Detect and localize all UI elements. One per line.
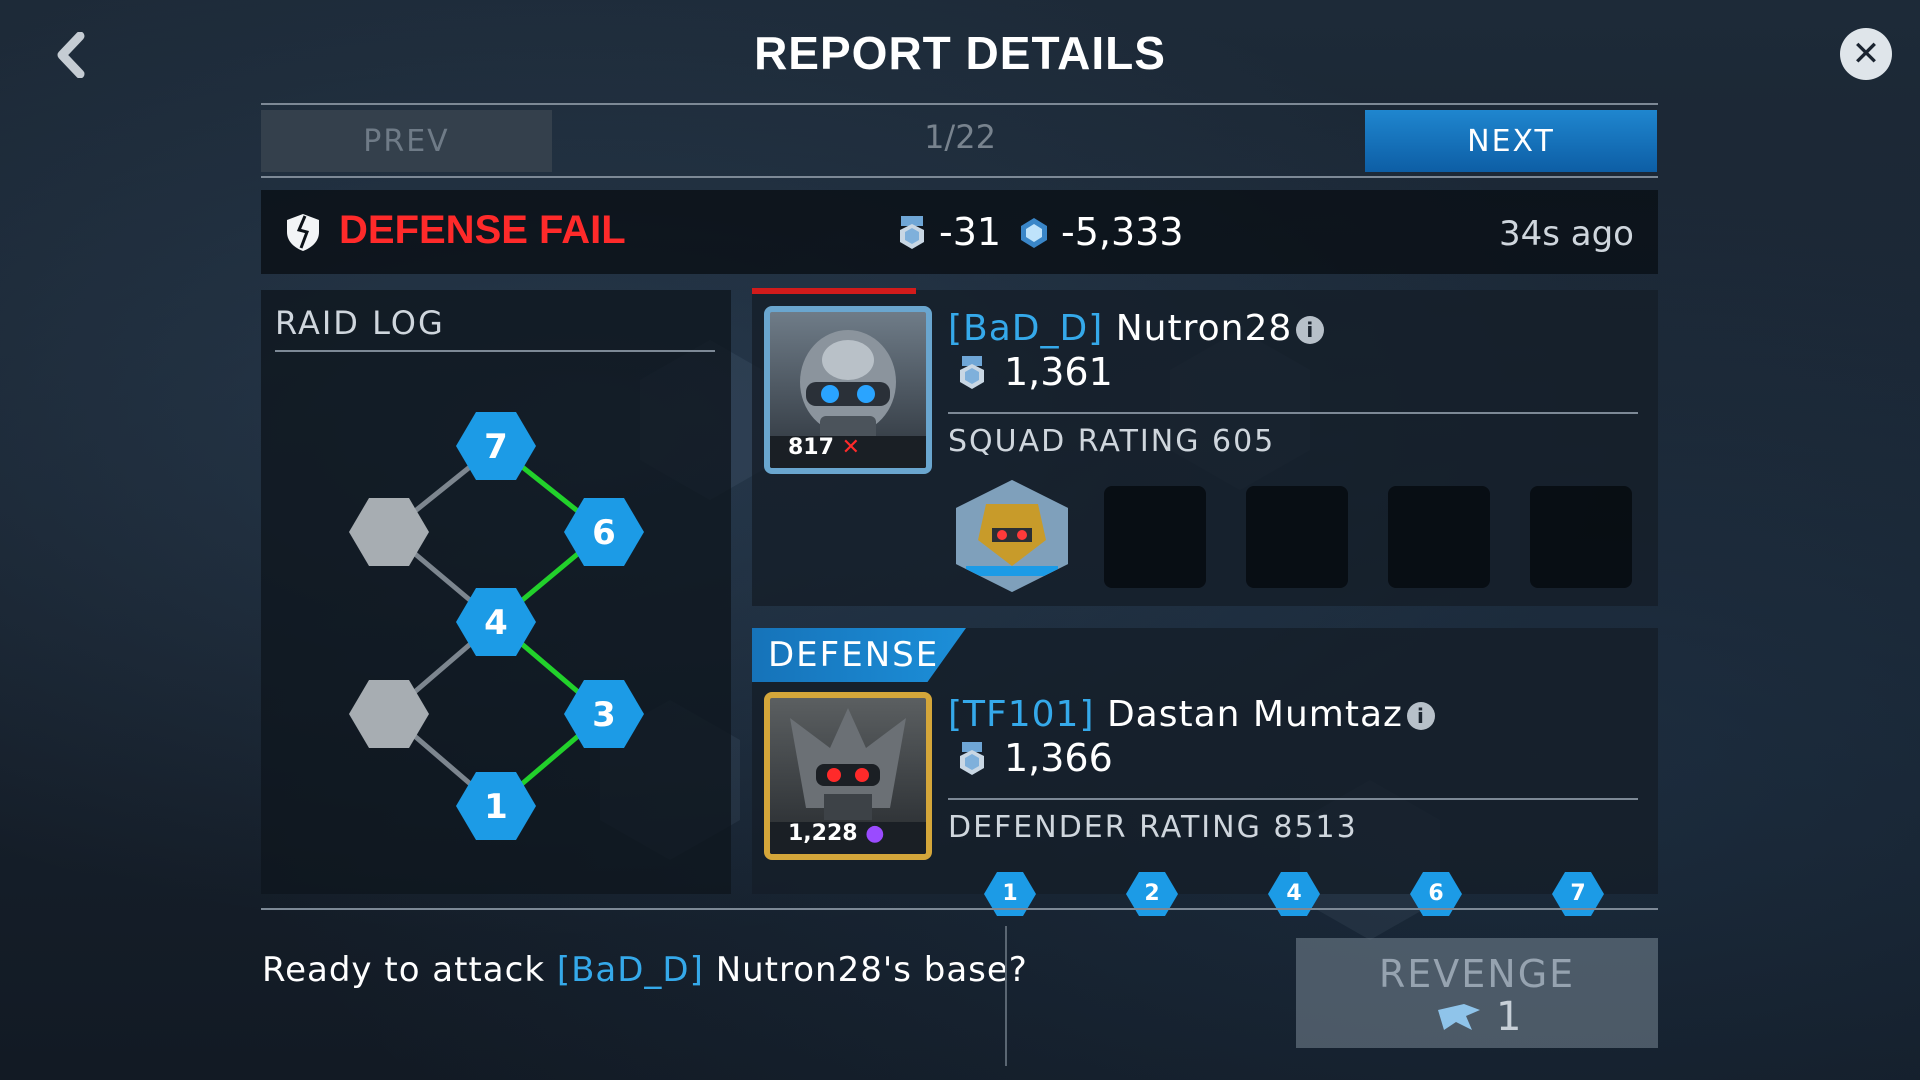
raid-log-map: 7 6 4 3 1 <box>349 412 644 840</box>
attacker-portrait-level: 817 ✕ <box>788 435 861 460</box>
medal-change: -31 <box>939 210 1002 254</box>
squad-slot-empty[interactable] <box>1530 486 1632 588</box>
squad-slot-empty[interactable] <box>1388 486 1490 588</box>
defender-card: DEFENSE 1,228 ● [TF101] Dastan Mumtaz i 1… <box>752 628 1658 916</box>
defeated-x-icon: ✕ <box>841 435 861 460</box>
attack-prompt-suffix: Nutron28's base? <box>715 950 1028 990</box>
header-divider <box>261 103 1658 105</box>
prev-button[interactable]: PREV <box>261 110 552 172</box>
defender-portrait-level: 1,228 ● <box>788 821 885 846</box>
attacker-tag[interactable]: [BaD_D] <box>948 308 1103 349</box>
attacker-divider <box>948 412 1638 414</box>
squad-slot-empty[interactable] <box>1246 486 1348 588</box>
squad-slot-filled[interactable] <box>956 480 1068 592</box>
attacker-card: 817 ✕ [BaD_D] Nutron28 i 1,361 SQUAD RATI… <box>752 288 1658 606</box>
raid-log-panel: RAID LOG 7 6 4 3 1 <box>261 290 731 894</box>
revenge-label: REVENGE <box>1378 952 1576 996</box>
energon-icon <box>1021 218 1047 248</box>
attacker-medals: 1,361 <box>1004 350 1113 394</box>
svg-text:6: 6 <box>592 513 616 553</box>
medal-icon <box>960 356 984 389</box>
defender-tag[interactable]: [TF101] <box>948 694 1095 735</box>
defender-name[interactable]: Dastan Mumtaz <box>1107 694 1403 735</box>
defender-divider <box>948 798 1638 800</box>
defender-medals: 1,366 <box>1004 736 1113 780</box>
attack-prompt: Ready to attack [BaD_D] Nutron28's base? <box>262 950 1028 990</box>
revenge-count: 1 <box>1496 994 1522 1040</box>
page-indicator: 1/22 <box>924 118 996 156</box>
attacker-portrait[interactable]: 817 ✕ <box>764 306 932 474</box>
svg-text:3: 3 <box>592 695 616 735</box>
close-icon: ✕ <box>1851 34 1881 74</box>
footer-divider <box>261 908 1658 910</box>
svg-text:4: 4 <box>484 603 508 643</box>
pager-divider <box>261 176 1658 178</box>
attack-prompt-prefix: Ready to attack <box>262 950 546 990</box>
svg-text:1: 1 <box>484 787 508 827</box>
autobot-wing-icon <box>1438 1004 1480 1030</box>
timestamp: 34s ago <box>1498 214 1634 254</box>
gem-icon: ● <box>865 821 885 846</box>
attack-prompt-tag: [BaD_D] <box>556 950 704 990</box>
result-label: DEFENSE FAIL <box>339 208 626 252</box>
info-icon[interactable]: i <box>1406 702 1435 730</box>
close-button[interactable]: ✕ <box>1840 28 1892 80</box>
medal-icon <box>960 742 984 775</box>
defender-portrait[interactable]: 1,228 ● <box>764 692 932 860</box>
footer-vertical-divider <box>1005 926 1007 1066</box>
resource-change: -5,333 <box>1061 210 1184 254</box>
robot-portrait-icon <box>956 480 1068 592</box>
defense-section-label: DEFENSE <box>752 628 966 682</box>
squad-slot-empty[interactable] <box>1104 486 1206 588</box>
defender-name-line: [TF101] Dastan Mumtaz i <box>948 694 1435 735</box>
result-bar: DEFENSE FAIL -31 -5,333 34s ago <box>261 190 1658 274</box>
page-title: REPORT DETAILS <box>754 27 1166 79</box>
revenge-button[interactable]: REVENGE 1 <box>1296 938 1658 1048</box>
next-button[interactable]: NEXT <box>1365 110 1657 172</box>
svg-text:7: 7 <box>484 427 508 467</box>
defender-rating: DEFENDER RATING 8513 <box>948 810 1358 845</box>
medal-icon <box>900 216 924 249</box>
squad-rating: SQUAD RATING 605 <box>948 424 1276 459</box>
attacker-name[interactable]: Nutron28 <box>1116 308 1293 349</box>
attacker-name-line: [BaD_D] Nutron28 i <box>948 308 1325 349</box>
broken-shield-icon <box>287 214 319 251</box>
info-icon[interactable]: i <box>1296 316 1325 344</box>
attacker-accent-bar <box>752 288 916 294</box>
